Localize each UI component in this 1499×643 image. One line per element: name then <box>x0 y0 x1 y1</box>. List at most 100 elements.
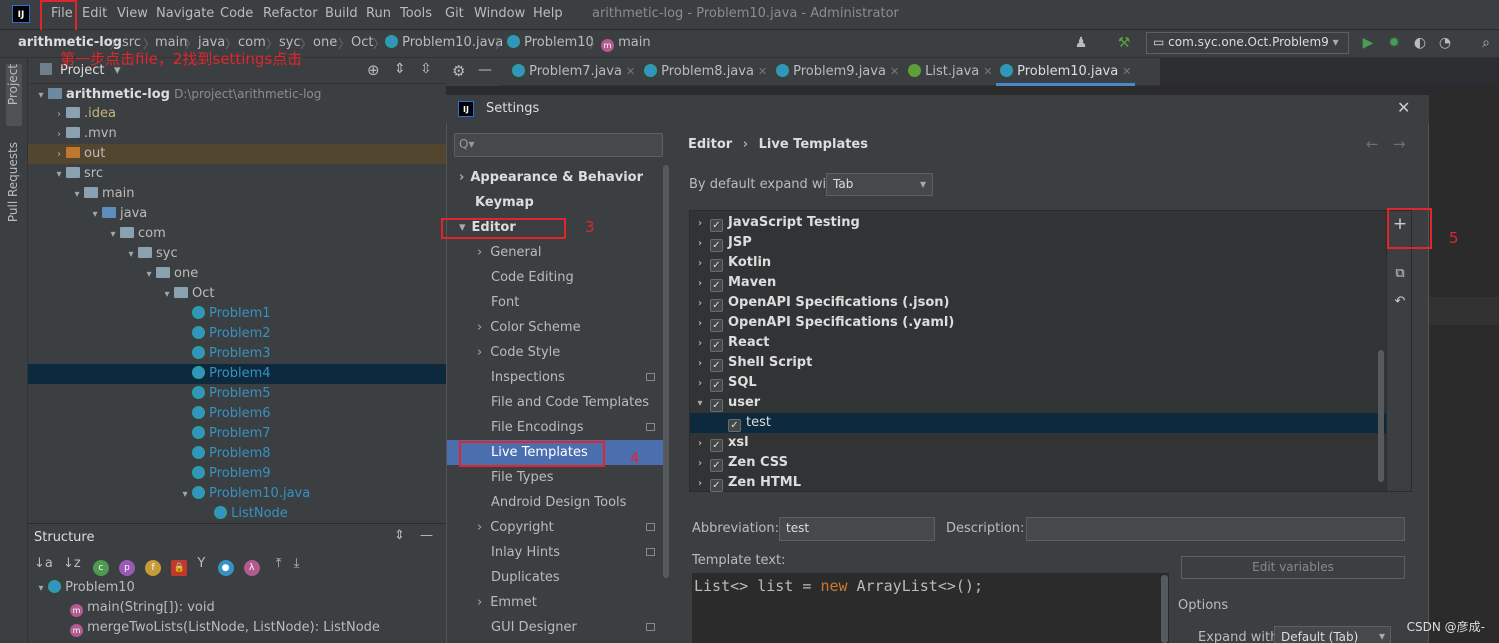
breadcrumb-class[interactable]: Problem10 <box>507 35 594 50</box>
template-item-test[interactable]: ✓ test <box>690 413 1386 433</box>
structure-row[interactable]: m main(String[]): void <box>70 600 215 617</box>
checkbox[interactable]: ✓ <box>710 359 723 372</box>
settings-search-input[interactable]: Q▾ <box>454 133 663 157</box>
menu-navigate[interactable]: Navigate <box>156 6 214 21</box>
menu-tools[interactable]: Tools <box>400 6 432 21</box>
checkbox[interactable]: ✓ <box>710 439 723 452</box>
template-group[interactable]: › ✓ SQL <box>690 373 1386 393</box>
template-group[interactable]: › ✓ xsl <box>690 433 1386 453</box>
settings-nav-duplicates[interactable]: Duplicates <box>447 565 667 590</box>
templates-scrollbar[interactable] <box>1378 350 1384 482</box>
menu-git[interactable]: Git <box>445 6 464 21</box>
settings-nav-android-design-tools[interactable]: Android Design Tools <box>447 490 667 515</box>
abbreviation-input[interactable]: test <box>779 517 935 541</box>
menu-help[interactable]: Help <box>533 6 563 21</box>
settings-nav-inlay-hints[interactable]: Inlay Hints <box>447 540 667 565</box>
lambda-icon[interactable]: λ <box>243 560 260 576</box>
settings-nav-code-editing[interactable]: Code Editing <box>447 265 667 290</box>
tree-row[interactable]: Problem7 <box>28 424 446 444</box>
menu-window[interactable]: Window <box>474 6 525 21</box>
close-icon[interactable]: ✕ <box>890 65 899 78</box>
debug-icon[interactable]: ✹ <box>1386 35 1402 51</box>
breadcrumb-editor[interactable]: Editor <box>688 137 732 152</box>
build-hammer-icon[interactable]: ⚒ <box>1116 35 1132 51</box>
tree-row[interactable]: Problem5 <box>28 384 446 404</box>
settings-nav-file-types[interactable]: File Types <box>447 465 667 490</box>
stripe-project-tab[interactable]: Project <box>6 64 22 126</box>
tree-row[interactable]: Problem3 <box>28 344 446 364</box>
coverage-icon[interactable]: ◐ <box>1412 35 1428 51</box>
breadcrumb-file[interactable]: Problem10.java <box>385 35 503 50</box>
checkbox[interactable]: ✓ <box>728 419 741 432</box>
template-group[interactable]: › ✓ Maven <box>690 273 1386 293</box>
checkbox[interactable]: ✓ <box>710 299 723 312</box>
breadcrumb-oct[interactable]: Oct <box>351 35 373 50</box>
expand-all-icon[interactable]: ⇕ <box>394 61 406 77</box>
tree-row[interactable]: Problem2 <box>28 324 446 344</box>
copy-icon[interactable]: ⧉ <box>1391 265 1409 283</box>
tree-row[interactable]: ▾ Oct <box>28 284 446 304</box>
template-group[interactable]: › ✓ React <box>690 333 1386 353</box>
close-icon[interactable]: ✕ <box>983 65 992 78</box>
checkbox[interactable]: ✓ <box>710 479 723 492</box>
show-properties-icon[interactable]: p <box>119 560 135 576</box>
tree-row[interactable]: Problem9 <box>28 464 446 484</box>
gear-icon[interactable]: ⚙ <box>452 62 465 80</box>
template-group[interactable]: › ✓ JavaScript Testing <box>690 213 1386 233</box>
menu-edit[interactable]: Edit <box>82 6 107 21</box>
locate-icon[interactable]: ⊕ <box>367 61 380 79</box>
close-icon[interactable]: ✕ <box>626 65 635 78</box>
checkbox[interactable]: ✓ <box>710 279 723 292</box>
checkbox[interactable]: ✓ <box>710 259 723 272</box>
anonymous-icon[interactable]: ● <box>217 560 234 576</box>
checkbox[interactable]: ✓ <box>710 399 723 412</box>
tree-row[interactable]: ListNode <box>28 504 446 524</box>
template-text-editor[interactable]: List<> list = new ArrayList<>(); <box>692 573 1169 643</box>
checkbox[interactable]: ✓ <box>710 319 723 332</box>
tab-problem7[interactable]: Problem7.java ✕ <box>508 58 639 86</box>
edit-variables-button[interactable]: Edit variables <box>1181 556 1405 579</box>
settings-nav-keymap[interactable]: Keymap <box>447 190 667 215</box>
search-everywhere-icon[interactable]: ⌕ <box>1478 35 1494 51</box>
menu-code[interactable]: Code <box>220 6 253 21</box>
hide-icon[interactable]: — <box>420 528 433 543</box>
menu-refactor[interactable]: Refactor <box>263 6 318 21</box>
description-input[interactable] <box>1026 517 1405 541</box>
tree-row[interactable]: Problem6 <box>28 404 446 424</box>
settings-nav-code-style[interactable]: › Code Style <box>447 340 667 365</box>
restore-icon[interactable]: ↶ <box>1391 293 1409 311</box>
tab-list[interactable]: List.java ✕ <box>904 58 996 86</box>
template-group[interactable]: › ✓ Zen HTML <box>690 473 1386 493</box>
tree-row[interactable]: Problem1 <box>28 304 446 324</box>
profile-icon[interactable]: ◔ <box>1437 35 1453 51</box>
tree-row[interactable]: Problem8 <box>28 444 446 464</box>
show-fields-icon[interactable]: c <box>92 560 109 576</box>
menu-view[interactable]: View <box>117 6 148 21</box>
template-group[interactable]: › ✓ Zen CSS <box>690 453 1386 473</box>
breadcrumb-method[interactable]: m main <box>601 35 651 52</box>
show-non-public-icon[interactable]: 🔒 <box>171 560 188 576</box>
tree-row[interactable]: Problem4 <box>28 364 446 384</box>
checkbox[interactable]: ✓ <box>710 239 723 252</box>
template-group[interactable]: › ✓ Shell Script <box>690 353 1386 373</box>
user-icon[interactable]: ♟ <box>1073 35 1089 51</box>
forward-arrow-icon[interactable]: → <box>1393 135 1406 153</box>
close-icon[interactable]: ✕ <box>1122 65 1131 78</box>
tab-problem8[interactable]: Problem8.java ✕ <box>640 58 771 86</box>
checkbox[interactable]: ✓ <box>710 219 723 232</box>
back-arrow-icon[interactable]: ← <box>1366 135 1379 153</box>
checkbox[interactable]: ✓ <box>710 339 723 352</box>
tree-row[interactable]: › out <box>28 144 446 164</box>
settings-nav-file-encodings[interactable]: File Encodings <box>447 415 667 440</box>
template-group[interactable]: › ✓ OpenAPI Specifications (.yaml) <box>690 313 1386 333</box>
settings-nav-emmet[interactable]: › Emmet <box>447 590 667 615</box>
template-group[interactable]: › ✓ JSP <box>690 233 1386 253</box>
structure-row[interactable]: ▾ Problem10 <box>34 580 135 595</box>
structure-row[interactable]: m mergeTwoLists(ListNode, ListNode): Lis… <box>70 620 380 637</box>
tree-row[interactable]: ▾ com <box>28 224 446 244</box>
sort-alpha-icon[interactable]: ↓a <box>34 556 53 571</box>
run-configuration-select[interactable]: ▭ com.syc.one.Oct.Problem9 ▾ <box>1146 32 1349 54</box>
checkbox[interactable]: ✓ <box>710 379 723 392</box>
tree-row[interactable]: ▾ main <box>28 184 446 204</box>
expand-with-select[interactable]: Default (Tab) ▾ <box>1274 626 1391 643</box>
